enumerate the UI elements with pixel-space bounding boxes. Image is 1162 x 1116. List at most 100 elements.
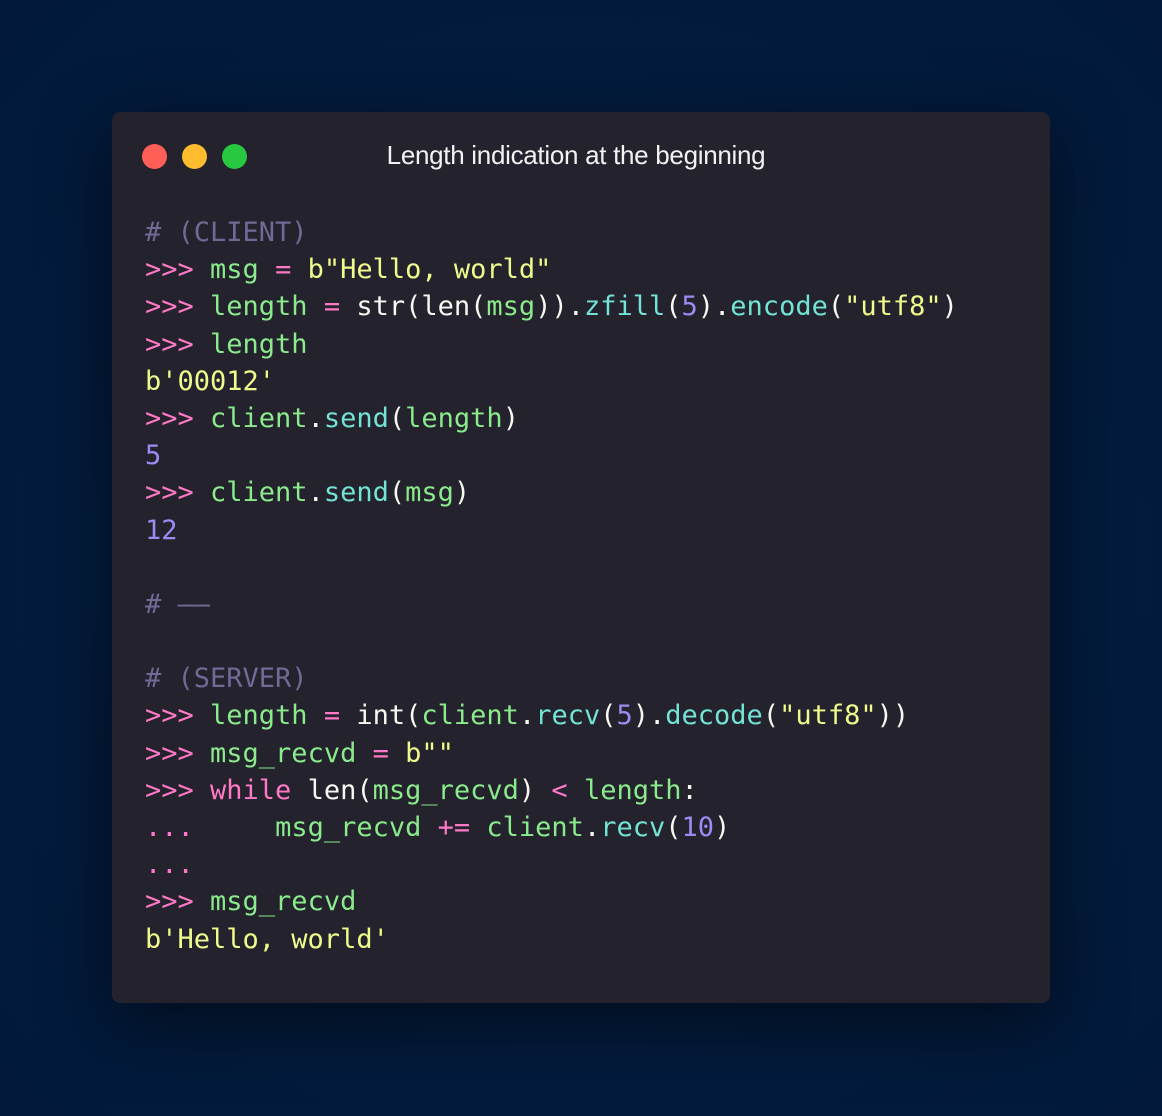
code-token: (: [665, 812, 682, 843]
code-token: 5: [145, 440, 162, 472]
code-token: str(len(: [356, 291, 487, 323]
code-token: len(: [291, 774, 373, 806]
code-token: <: [551, 774, 568, 806]
code-token: b"": [405, 737, 454, 769]
code-token: (: [665, 291, 682, 323]
code-token: decode: [665, 700, 763, 732]
code-token: encode: [730, 291, 828, 323]
code-token: 5: [616, 700, 633, 732]
code-token: msg: [486, 291, 536, 323]
code-line: >>> length = int(client.recv(5).decode("…: [145, 697, 958, 734]
code-token: 5: [681, 291, 698, 323]
code-token: :: [681, 774, 698, 806]
code-line: ... msg_recvd += client.recv(10): [145, 809, 958, 846]
window-titlebar: Length indication at the beginning: [112, 112, 1050, 196]
code-token: msg_recvd: [210, 886, 357, 918]
code-token: =: [258, 254, 308, 286]
code-token: .: [583, 812, 601, 843]
code-line: >>> msg_recvd = b"": [145, 735, 958, 772]
code-token: ): [502, 402, 519, 434]
code-line: # (SERVER): [145, 660, 958, 697]
code-token: ).: [697, 291, 731, 323]
code-token: "utf8": [779, 700, 877, 732]
code-token: send: [323, 477, 389, 509]
code-token: msg_recvd: [372, 774, 519, 806]
code-token: (: [388, 477, 406, 509]
window-title: Length indication at the beginning: [386, 140, 766, 170]
code-token: (: [827, 291, 845, 323]
code-token: client: [486, 812, 584, 843]
code-line: >>> msg = b"Hello, world": [145, 251, 958, 288]
code-token: # ——: [145, 588, 211, 620]
code-token: ): [518, 774, 552, 806]
code-line: b'Hello, world': [145, 921, 958, 958]
code-line: >>> client.send(length): [145, 400, 958, 437]
code-token: msg_recvd: [210, 737, 357, 769]
code-token: length: [583, 774, 682, 806]
code-token: b'00012': [145, 365, 276, 397]
code-token: 12: [145, 514, 178, 546]
code-line: >>> length = str(len(msg)).zfill(5).enco…: [145, 288, 958, 325]
code-token: (: [388, 402, 406, 434]
code-line: # (CLIENT): [145, 214, 958, 251]
code-token: b"Hello, world": [307, 254, 552, 286]
code-token: (: [762, 700, 780, 732]
code-line: # ——: [145, 586, 958, 623]
code-token: msg: [210, 254, 259, 286]
code-token: msg: [405, 477, 454, 509]
code-token: length: [210, 328, 308, 360]
code-token: ): [941, 291, 958, 323]
code-token: length: [210, 700, 308, 732]
code-line: 5: [145, 437, 958, 474]
code-token: recv: [600, 812, 666, 843]
code-token: >>>: [145, 328, 211, 360]
code-token: 10: [681, 812, 715, 843]
code-line: >>> client.send(msg): [145, 474, 958, 511]
code-token: ).: [632, 700, 666, 732]
code-token: msg_recvd: [275, 812, 422, 843]
code-token: .: [307, 402, 324, 434]
code-token: >>>: [145, 737, 211, 769]
code-token: ): [453, 477, 471, 509]
code-token: >>>: [145, 700, 211, 732]
code-window: Length indication at the beginning # (CL…: [112, 112, 1050, 1003]
code-line: ...: [145, 846, 958, 883]
code-token: ): [714, 812, 731, 843]
code-token: >>>: [145, 402, 211, 434]
code-token: +=: [421, 812, 487, 843]
code-token: (: [600, 700, 617, 732]
code-block: # (CLIENT) >>> msg = b"Hello, world" >>> l…: [145, 214, 958, 958]
code-token: b'Hello, world': [145, 923, 389, 955]
code-line: >>> while len(msg_recvd) < length:: [145, 772, 958, 809]
code-token: length: [210, 291, 308, 323]
code-token: recv: [535, 700, 601, 732]
code-token: int(: [356, 700, 422, 732]
code-token: client: [421, 700, 519, 732]
code-token: "utf8": [844, 291, 942, 323]
code-line: b'00012': [145, 363, 958, 400]
code-token: .: [307, 477, 324, 509]
code-token: zfill: [583, 291, 666, 323]
code-token: =: [356, 737, 406, 769]
code-token: >>>: [145, 886, 211, 918]
code-token: >>>: [145, 774, 211, 806]
code-token: length: [405, 402, 503, 434]
code-line: >>> msg_recvd: [145, 883, 958, 920]
code-token: )).: [535, 291, 584, 323]
code-token: client: [210, 477, 308, 509]
code-token: =: [307, 291, 357, 323]
code-line: 12: [145, 512, 958, 549]
code-token: client: [210, 402, 308, 434]
code-line: >>> length: [145, 326, 958, 363]
code-token: ...: [145, 849, 194, 881]
code-token: .: [518, 700, 536, 732]
code-token: # (CLIENT): [145, 217, 308, 248]
code-token: # (SERVER): [145, 663, 308, 695]
code-token: ...: [145, 812, 194, 843]
code-token: >>>: [145, 291, 211, 323]
code-token: >>>: [145, 254, 211, 286]
